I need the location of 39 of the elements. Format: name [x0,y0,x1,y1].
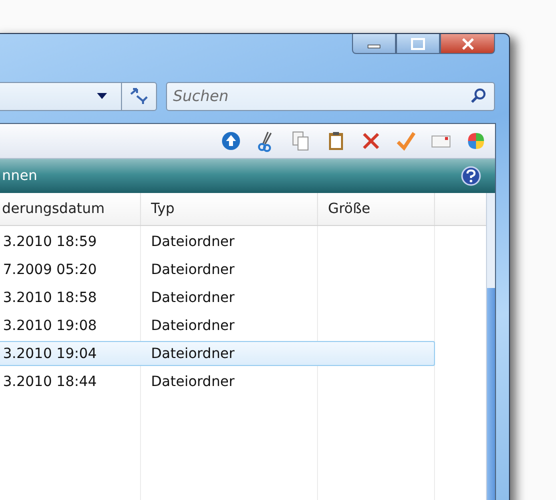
table-cell-text: 3.2010 18:59 [2,234,98,250]
close-button[interactable] [440,34,495,54]
maximize-button[interactable] [396,34,440,54]
table-cell-text: Dateiordner [150,318,236,334]
table-cell-text: 7.2009 05:20 [2,262,98,278]
column-header[interactable]: Typ [141,193,318,225]
search-field[interactable]: Suchen [166,82,495,110]
table-row[interactable]: 7.2009 05:20 Dateiordner [0,257,435,282]
search-icon[interactable] [470,88,486,104]
table-cell-text: Dateiordner [150,234,236,250]
close-icon [460,38,474,50]
table-row[interactable]: 3.2010 18:44 Dateiordner [0,369,435,394]
column-header[interactable]: Größe [318,193,435,225]
header-title: nnen [2,168,38,184]
dropdown-caret-icon [97,93,107,99]
table-cell-text: 3.2010 19:08 [2,318,98,334]
scrollbar[interactable] [486,193,495,500]
table-row[interactable]: 3.2010 18:58 Dateiordner [0,285,435,310]
table-cell-text: Dateiordner [150,290,236,306]
table-row[interactable]: 3.2010 18:59 Dateiordner [0,229,435,254]
address-field[interactable] [0,82,121,110]
table-cell-text: Dateiordner [150,374,236,390]
table-cell-text: Dateiordner [150,262,236,278]
delete-icon[interactable] [360,130,382,152]
refresh-button[interactable] [121,82,157,110]
windows-logo-icon[interactable] [465,130,487,152]
minimize-button[interactable] [352,34,396,54]
scrollbar-thumb[interactable] [487,288,495,500]
selected-row[interactable]: 3.2010 19:04 Dateiordner [0,341,435,366]
help-icon[interactable] [461,166,481,186]
table-cell-text: 3.2010 18:58 [2,290,98,306]
checkmark-icon[interactable] [395,130,417,152]
table-row[interactable]: 3.2010 19:08 Dateiordner [0,313,435,338]
maximize-icon [411,38,425,50]
column-header[interactable]: derungsdatum [0,193,141,225]
refresh-arrows-icon [129,87,149,105]
table-cell-text: 3.2010 18:44 [2,374,98,390]
table-cell-text: Dateiordner [150,346,236,362]
table-cell-text: 3.2010 19:04 [2,346,98,362]
